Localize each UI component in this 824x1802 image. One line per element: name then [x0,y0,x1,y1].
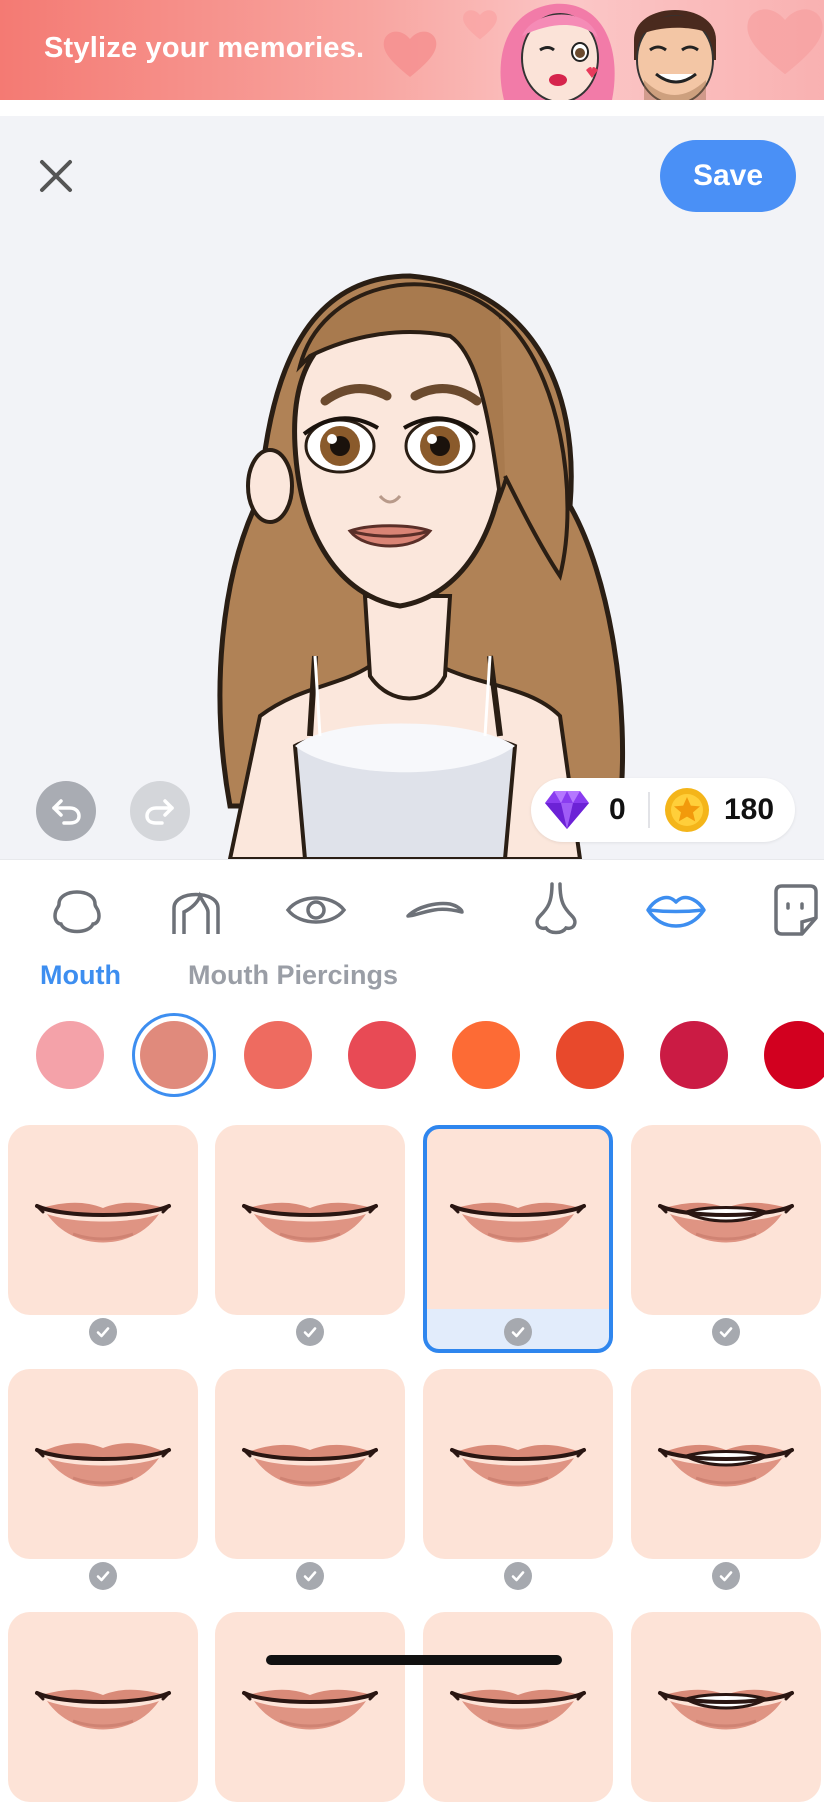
lips-preview-icon [35,1443,171,1487]
color-swatch-selected[interactable] [140,1021,208,1089]
color-swatch[interactable] [556,1021,624,1089]
owned-check-icon [296,1318,324,1346]
category-face[interactable] [45,878,109,942]
save-button[interactable]: Save [660,140,796,212]
undo-button[interactable] [36,781,96,841]
coin-count: 180 [724,793,775,826]
tab-mouth[interactable]: Mouth [40,960,121,991]
boy-avatar-icon [634,10,716,100]
mouth-style-option[interactable] [8,1612,198,1802]
heart-icon [383,31,437,77]
nose-icon [535,882,577,935]
mouth-style-option[interactable] [215,1125,405,1315]
owned-check-icon [504,1318,532,1346]
avatar-canvas: Save 0 180 [0,116,824,859]
color-swatch[interactable] [452,1021,520,1089]
gem-count: 0 [609,793,626,826]
color-swatch[interactable] [348,1021,416,1089]
mouth-style-option[interactable] [631,1612,821,1802]
lips-preview-icon [35,1689,171,1730]
owned-check-icon [296,1562,324,1590]
close-icon [40,160,72,192]
close-button[interactable] [34,154,78,198]
mouth-style-option[interactable] [631,1125,821,1315]
home-indicator [266,1655,562,1665]
avatar-preview [217,273,626,859]
color-swatch[interactable] [660,1021,728,1089]
mouth-style-option[interactable] [215,1612,405,1802]
currency-divider [648,792,650,828]
lips-preview-icon [450,1202,586,1243]
face-shape-icon [53,890,101,934]
lips-preview-icon [658,1689,794,1730]
tab-mouth-piercings[interactable]: Mouth Piercings [188,960,398,991]
category-mouth[interactable] [644,878,708,942]
redo-button[interactable] [130,781,190,841]
owned-check-icon [712,1318,740,1346]
lips-preview-icon [658,1444,794,1487]
lips-preview-icon [658,1202,794,1243]
color-swatch[interactable] [244,1021,312,1089]
redo-icon [145,799,174,825]
eye-icon [285,896,347,924]
color-swatch[interactable] [36,1021,104,1089]
mouth-style-option[interactable] [423,1612,613,1802]
sticker-icon [774,884,818,936]
banner-text: Stylize your memories. [44,32,365,64]
coin-icon [665,788,709,832]
heart-icon [747,9,823,75]
category-hair[interactable] [164,878,228,942]
promo-banner[interactable]: Stylize your memories. [0,0,824,100]
lips-preview-icon [242,1689,378,1730]
category-eyebrows[interactable] [404,878,468,942]
lips-icon [646,895,706,928]
category-eyes[interactable] [284,878,348,942]
gem-icon [545,791,589,829]
lips-preview-icon [35,1202,171,1243]
mouth-style-option[interactable] [8,1125,198,1315]
owned-check-icon [89,1562,117,1590]
color-swatch[interactable] [764,1021,824,1089]
hair-icon [172,891,220,934]
category-nose[interactable] [524,878,588,942]
mouth-style-option[interactable] [423,1369,613,1559]
category-more[interactable] [766,878,824,942]
girl-avatar-icon [500,3,615,100]
banner-spacer [0,100,824,116]
lips-preview-icon [450,1444,586,1487]
undo-icon [52,799,81,825]
mouth-style-option[interactable] [8,1369,198,1559]
eyebrow-icon [406,901,464,918]
mouth-style-option[interactable] [631,1369,821,1559]
mouth-style-option[interactable] [215,1369,405,1559]
owned-check-icon [89,1318,117,1346]
owned-check-icon [504,1562,532,1590]
lips-preview-icon [450,1689,586,1730]
category-bar [0,859,824,960]
lips-preview-icon [242,1444,378,1487]
owned-check-icon [712,1562,740,1590]
lips-preview-icon [242,1202,378,1243]
currency-balance[interactable]: 0 180 [531,778,795,842]
